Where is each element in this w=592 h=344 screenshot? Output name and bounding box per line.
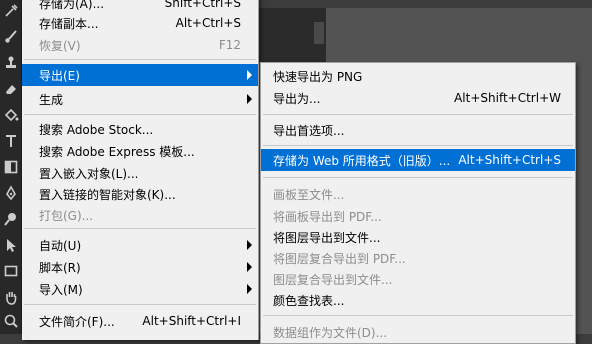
menu-item-shortcut: Alt+Shift+Ctrl+S (458, 153, 561, 167)
menu-item-label: 导出首选项... (273, 123, 345, 138)
menu-item-generate[interactable]: 生成 (22, 88, 258, 110)
menu-item-revert[interactable]: 恢复(V) F12 (22, 34, 258, 56)
path-selection-icon[interactable] (0, 234, 21, 256)
menu-item-save-copy[interactable]: 存储副本... Alt+Ctrl+S (22, 12, 258, 34)
submenu-arrow-icon (247, 70, 252, 80)
document-canvas (326, 0, 592, 62)
menu-item-label: 数据组作为文件(D)... (273, 325, 388, 340)
menu-item-color-lookup-tables[interactable]: 颜色查找表... (261, 289, 575, 311)
blur-tool-icon[interactable] (0, 208, 21, 230)
eyedropper-icon[interactable] (0, 0, 21, 22)
menu-item-label: 存储为 Web 所用格式（旧版）... (273, 153, 451, 168)
menu-item-quick-export-png[interactable]: 快速导出为 PNG (261, 65, 575, 87)
menu-item-search-adobe-express[interactable]: 搜索 Adobe Express 模板... (22, 140, 258, 162)
submenu-arrow-icon (247, 284, 252, 294)
menu-item-shortcut: Alt+Ctrl+S (175, 16, 241, 30)
menu-item-scripts[interactable]: 脚本(R) (22, 256, 258, 278)
pen-tool-icon[interactable] (0, 182, 21, 204)
menu-item-place-embedded[interactable]: 置入嵌入对象(L)... (22, 162, 258, 184)
menu-separator (24, 228, 256, 229)
menu-item-shortcut: Alt+Shift+Ctrl+W (454, 91, 561, 105)
menu-item-data-sets-as-files[interactable]: 数据组作为文件(D)... (261, 321, 575, 343)
menu-item-export-preferences[interactable]: 导出首选项... (261, 119, 575, 141)
menu-item-shortcut: Shift+Ctrl+S (164, 0, 241, 10)
menu-item-label: 搜索 Adobe Stock... (39, 122, 154, 137)
menu-item-layer-comps-to-files[interactable]: 图层复合导出到文件... (261, 268, 575, 290)
menu-item-label: 置入嵌入对象(L)... (39, 166, 139, 181)
menu-separator (263, 114, 573, 115)
menu-item-label: 将图层复合导出到 PDF... (273, 251, 406, 266)
menu-item-place-linked[interactable]: 置入链接的智能对象(K)... (22, 183, 258, 205)
menu-item-export-as[interactable]: 导出为... Alt+Shift+Ctrl+W (261, 87, 575, 109)
menu-item-layers-to-files[interactable]: 将图层导出到文件... (261, 226, 575, 248)
menu-item-label: 将画板导出到 PDF... (273, 209, 382, 224)
menu-item-label: 恢复(V) (39, 38, 81, 53)
menu-item-shortcut: F12 (218, 38, 241, 52)
menu-item-search-adobe-stock[interactable]: 搜索 Adobe Stock... (22, 118, 258, 140)
menu-item-label: 图层复合导出到文件... (273, 272, 393, 287)
menu-item-label: 搜索 Adobe Express 模板... (39, 144, 195, 159)
menu-separator (24, 59, 256, 60)
type-tool-icon[interactable] (0, 130, 21, 152)
scrollbar-thumb[interactable] (314, 22, 324, 44)
menu-item-label: 导入(M) (39, 282, 83, 297)
menu-item-artboards-to-pdf[interactable]: 将画板导出到 PDF... (261, 205, 575, 227)
hand-icon[interactable] (0, 286, 21, 308)
menu-item-label: 脚本(R) (39, 260, 81, 275)
submenu-arrow-icon (247, 262, 252, 272)
menu-item-label: 置入链接的智能对象(K)... (39, 187, 176, 202)
zoom-icon[interactable] (0, 310, 21, 332)
menu-item-file-info[interactable]: 文件简介(F)... Alt+Shift+Ctrl+I (22, 310, 258, 332)
file-menu: 存储为(A)... Shift+Ctrl+S 存储副本... Alt+Ctrl+… (22, 0, 259, 340)
menu-item-label: 自动(U) (39, 238, 82, 253)
menu-item-label: 文件简介(F)... (39, 314, 115, 329)
menu-item-shortcut: Alt+Shift+Ctrl+I (142, 314, 241, 328)
menu-separator (263, 177, 573, 178)
brush-icon[interactable] (0, 26, 21, 48)
menu-item-layer-comps-to-pdf[interactable]: 将图层复合导出到 PDF... (261, 247, 575, 269)
menu-separator (24, 114, 256, 115)
document-tab-bar (258, 0, 592, 8)
export-submenu: 快速导出为 PNG 导出为... Alt+Shift+Ctrl+W 导出首选项.… (260, 62, 576, 344)
menu-item-artboards-to-files[interactable]: 画板至文件... (261, 183, 575, 205)
menu-item-import[interactable]: 导入(M) (22, 278, 258, 300)
menu-item-label: 生成 (39, 92, 64, 107)
menu-item-automate[interactable]: 自动(U) (22, 234, 258, 256)
menu-item-export[interactable]: 导出(E) (22, 64, 258, 86)
menu-item-label: 存储为(A)... (39, 0, 105, 11)
menu-item-label: 打包(G)... (39, 208, 94, 223)
rectangle-shape-icon[interactable] (0, 260, 21, 282)
menu-item-label: 将图层导出到文件... (273, 230, 381, 245)
menu-item-label: 导出为... (273, 91, 321, 106)
menu-item-save-for-web-legacy[interactable]: 存储为 Web 所用格式（旧版）... Alt+Shift+Ctrl+S (261, 149, 575, 171)
submenu-arrow-icon (247, 94, 252, 104)
menu-separator (263, 315, 573, 316)
rectangle-icon[interactable] (0, 156, 21, 178)
stamp-icon[interactable] (0, 52, 21, 74)
submenu-arrow-icon (247, 240, 252, 250)
panel-scroll-area (258, 8, 326, 62)
menu-item-label: 存储副本... (39, 16, 99, 31)
menu-item-label: 画板至文件... (273, 187, 345, 202)
menu-item-label: 导出(E) (39, 68, 80, 83)
eraser-icon[interactable] (0, 78, 21, 100)
menu-item-label: 颜色查找表... (273, 293, 345, 308)
paint-bucket-icon[interactable] (0, 104, 21, 126)
menu-item-label: 快速导出为 PNG (273, 69, 363, 84)
menu-separator (263, 145, 573, 146)
tools-panel (0, 0, 22, 334)
menu-separator (24, 304, 256, 305)
menu-item-package[interactable]: 打包(G)... (22, 204, 258, 226)
